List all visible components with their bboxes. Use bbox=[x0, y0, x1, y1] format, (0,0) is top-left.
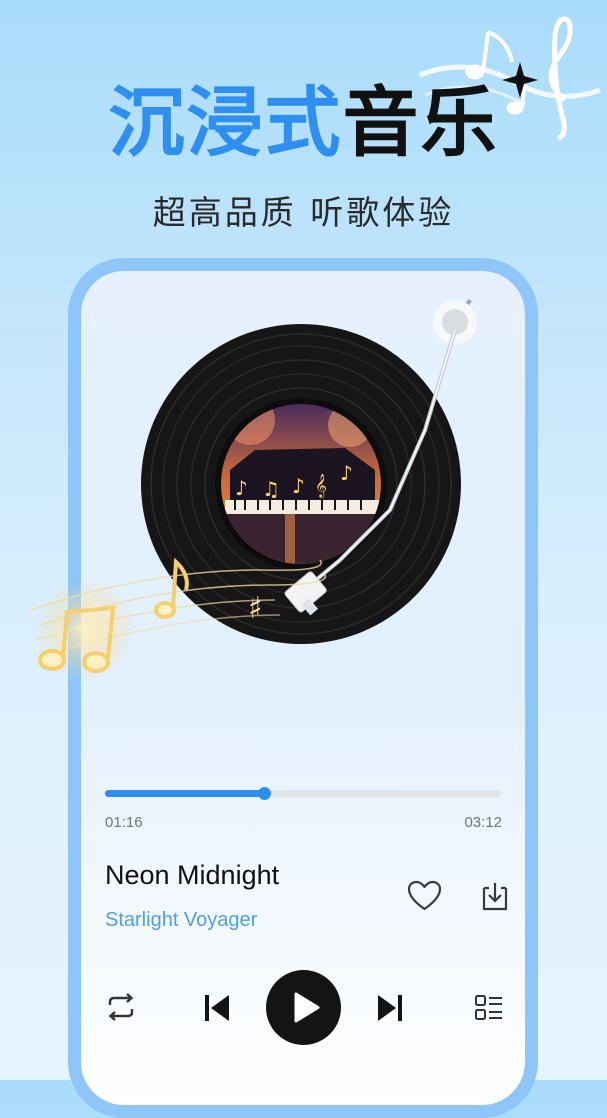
song-title: Neon Midnight bbox=[105, 860, 280, 890]
playlist-icon[interactable] bbox=[474, 994, 504, 1022]
subtitle: 超高品质 听歌体验 bbox=[152, 193, 455, 232]
headline-black: 音乐 bbox=[342, 78, 499, 167]
total-duration: 03:12 bbox=[464, 814, 502, 831]
repeat-icon[interactable] bbox=[104, 992, 138, 1022]
progress-knob[interactable] bbox=[257, 787, 271, 800]
previous-icon[interactable] bbox=[203, 993, 231, 1023]
heart-icon[interactable] bbox=[407, 880, 442, 912]
download-icon[interactable] bbox=[479, 880, 511, 912]
elapsed-time: 01:16 bbox=[105, 814, 143, 831]
headline: 沉浸式音乐 bbox=[0, 78, 607, 168]
play-icon bbox=[294, 992, 320, 1023]
artist-name[interactable]: Starlight Voyager bbox=[105, 909, 257, 932]
headline-blue: 沉浸式 bbox=[108, 78, 343, 167]
next-icon[interactable] bbox=[376, 993, 404, 1023]
progress-fill bbox=[105, 790, 264, 797]
play-button[interactable] bbox=[266, 970, 341, 1045]
progress-bar[interactable] bbox=[105, 787, 502, 800]
